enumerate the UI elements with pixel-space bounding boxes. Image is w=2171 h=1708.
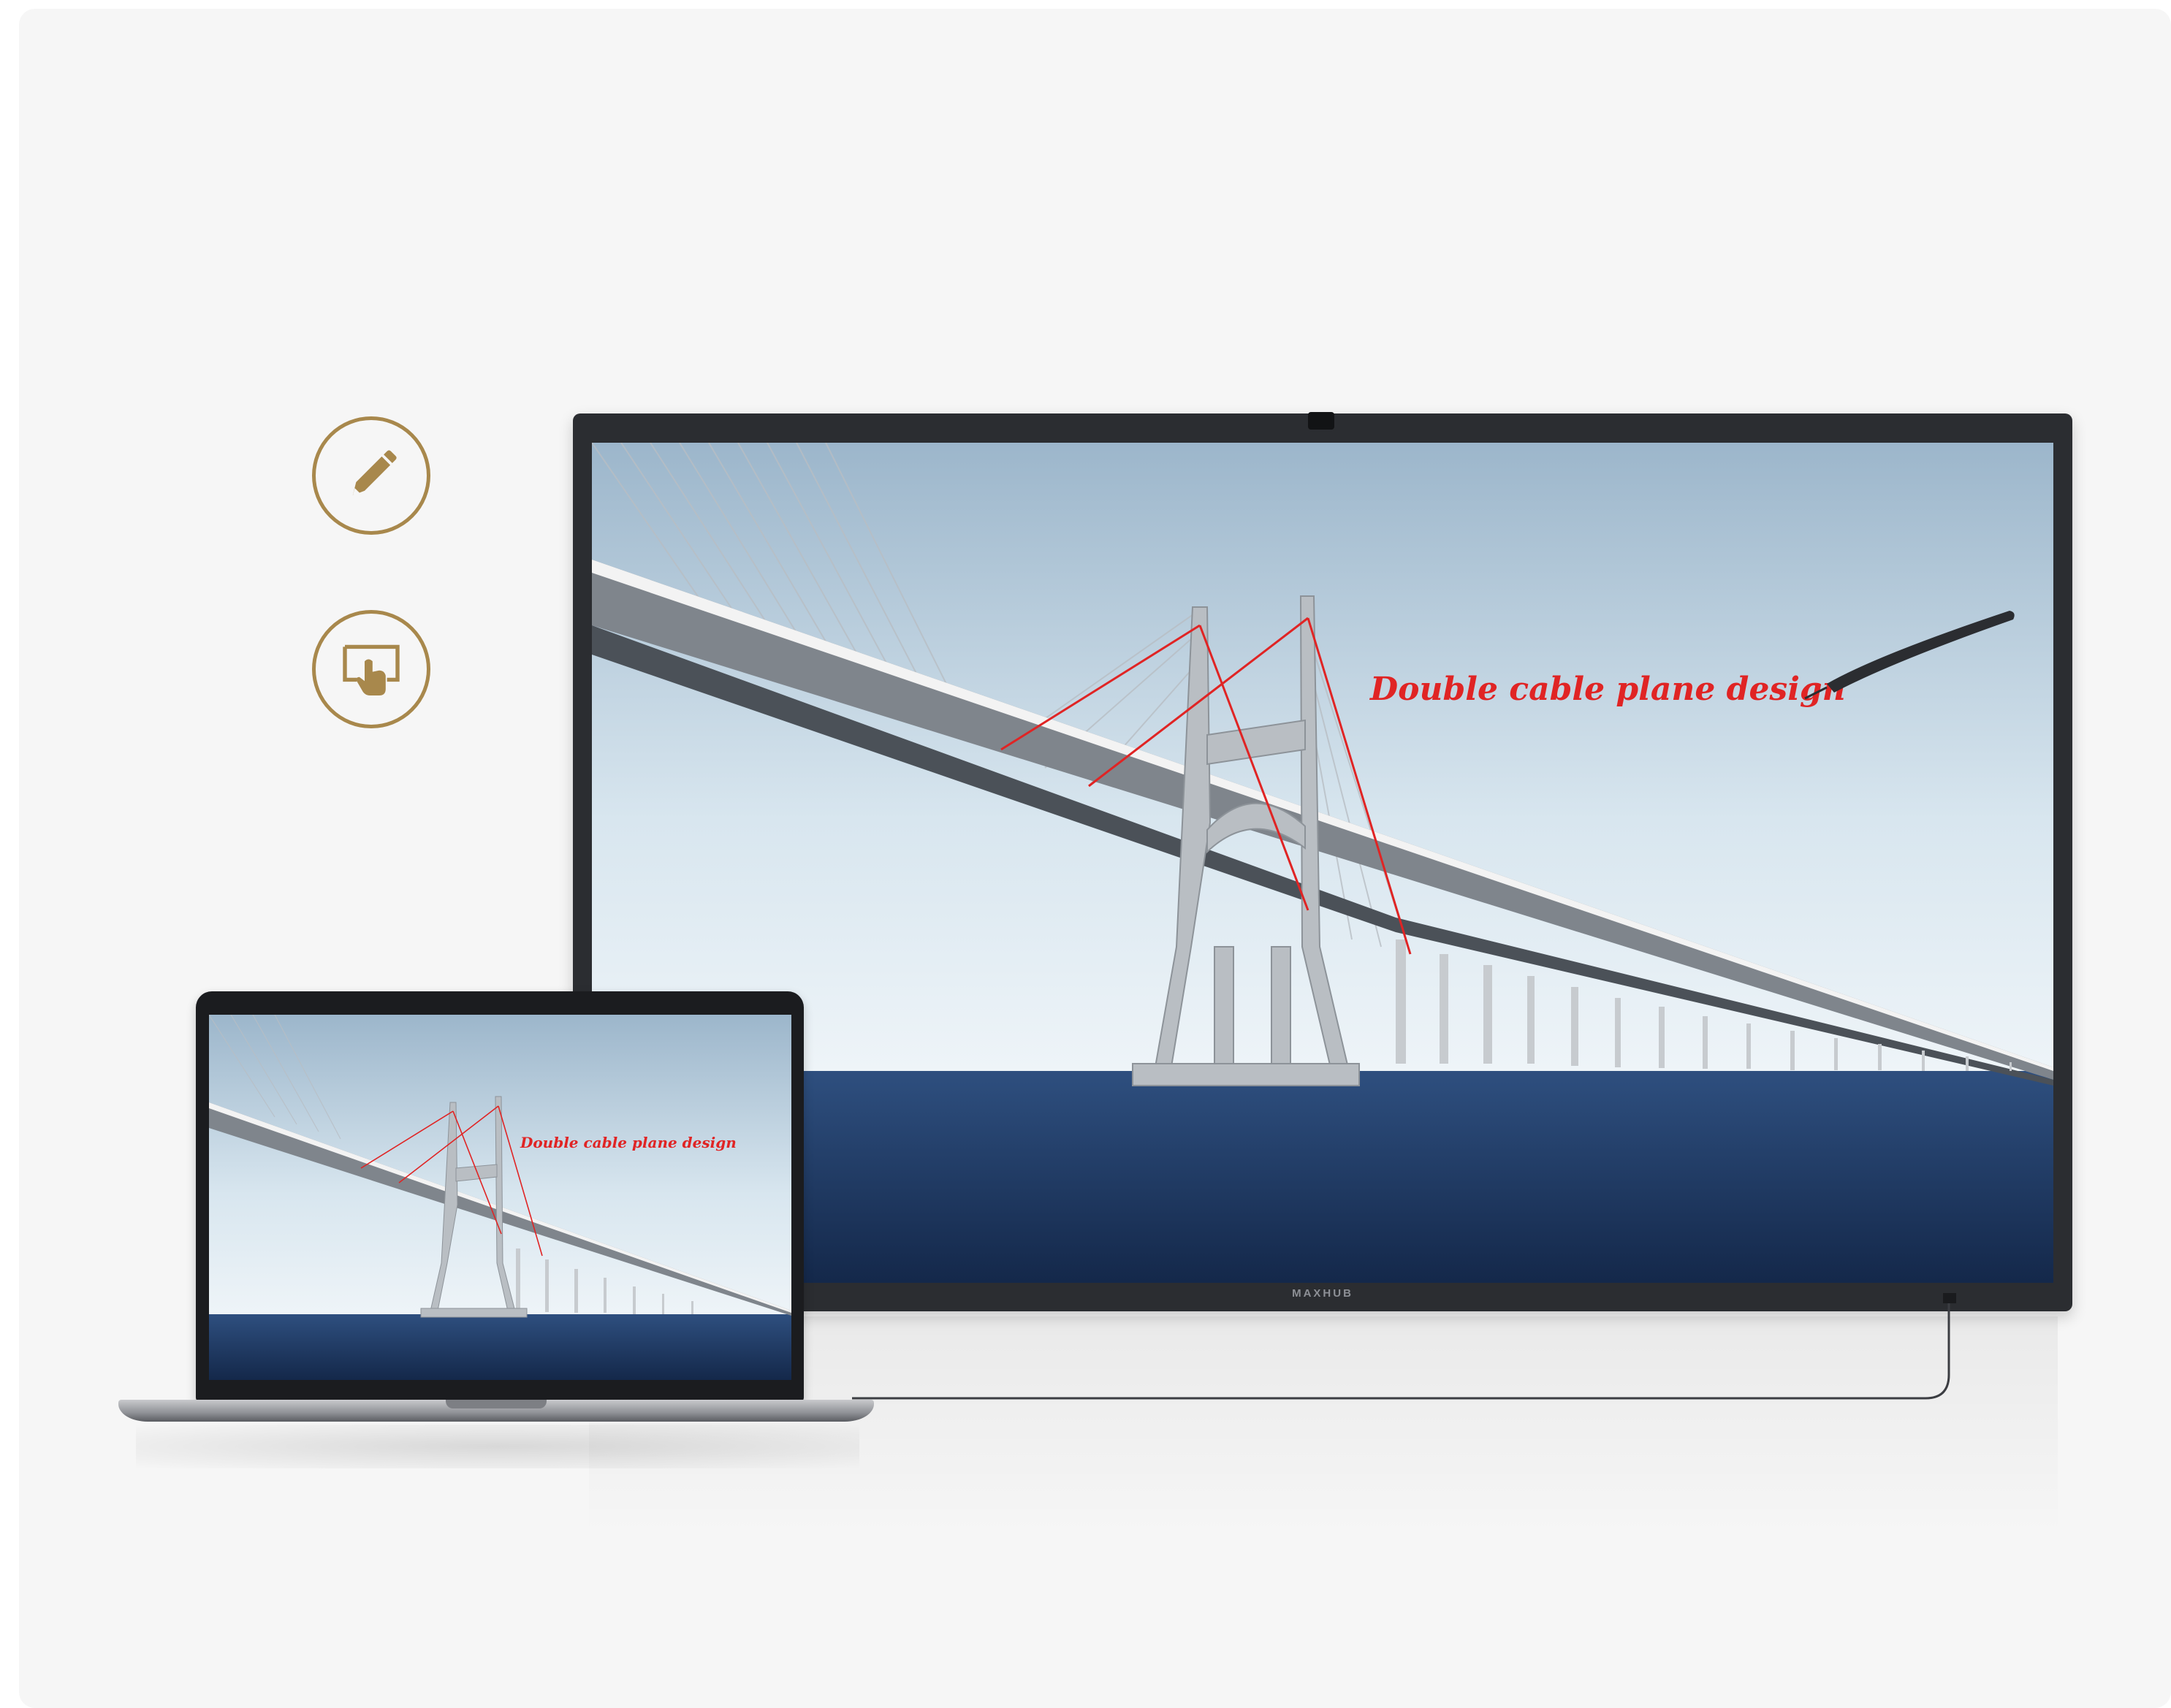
pen-icon — [352, 450, 397, 495]
laptop-base — [118, 1400, 874, 1422]
camera — [1308, 412, 1334, 430]
touch-screen-button[interactable] — [312, 610, 430, 728]
laptop-notch — [446, 1400, 547, 1408]
laptop: Double cable plane design — [196, 991, 804, 1402]
touch-screen-icon — [343, 644, 400, 695]
background-card: Double cable plane design MAXHUB Double … — [19, 9, 2171, 1708]
laptop-bridge-photo: Double cable plane design — [209, 1015, 791, 1380]
bridge-photo: Double cable plane design — [592, 443, 2053, 1283]
laptop-annotation-text: Double cable plane design — [520, 1134, 737, 1151]
laptop-shadow — [136, 1425, 859, 1468]
display-screen[interactable]: Double cable plane design — [592, 443, 2053, 1283]
annotation-text: Double cable plane design — [1369, 671, 1846, 708]
laptop-screen[interactable]: Double cable plane design — [209, 1015, 791, 1380]
pen-button[interactable] — [312, 416, 430, 535]
